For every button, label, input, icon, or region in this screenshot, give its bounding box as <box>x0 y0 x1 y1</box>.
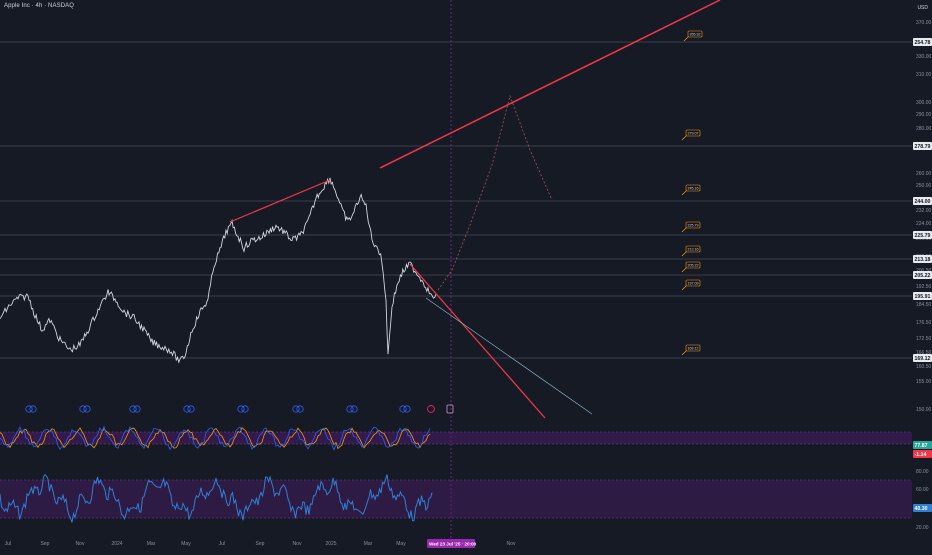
time-axis-label: Mar <box>364 541 373 547</box>
dividend-marker-icon[interactable] <box>446 404 454 414</box>
price-tick-label: 155.00 <box>916 379 932 385</box>
price-level-value: 225.79 <box>915 233 931 239</box>
time-axis-label: 2024 <box>111 541 122 547</box>
price-tick-label: 260.00 <box>916 171 932 177</box>
time-axis-label: May <box>396 541 406 547</box>
price-tick-label: 232.00 <box>916 208 932 214</box>
price-tick-label: 250.00 <box>916 183 932 189</box>
price-level-value: 278.79 <box>915 144 931 150</box>
annotation-label: 205.22 <box>688 264 699 268</box>
symbol-title[interactable]: Apple Inc · 4h · NASDAQ <box>4 3 74 9</box>
chart-canvas[interactable]: 355.92 279.07 245.16 225.79 213.16 205.22 197.… <box>0 0 932 550</box>
earnings-marker-icon[interactable] <box>187 405 195 413</box>
earnings-marker-icon[interactable] <box>241 405 249 413</box>
price-level-value: 195.91 <box>915 294 931 300</box>
price-tick-label: 224.00 <box>916 221 932 227</box>
price-tick-label: 160.50 <box>916 364 932 370</box>
time-axis-label: Jul <box>219 541 225 547</box>
price-tick-label: 290.00 <box>916 112 932 118</box>
price-tick-label: 172.50 <box>916 336 932 342</box>
earnings-marker-icon[interactable] <box>296 405 304 413</box>
price-level-value: 244.00 <box>915 199 931 205</box>
earnings-marker-icon[interactable] <box>29 405 37 413</box>
price-tick-label: 176.50 <box>916 320 932 326</box>
trendline-upper-long[interactable] <box>379 0 721 169</box>
rsi-band <box>0 480 912 518</box>
trendline-down[interactable] <box>409 263 546 419</box>
annotation-pointer <box>681 251 687 257</box>
oscillator-value: -1.14 <box>915 452 927 458</box>
price-tick-label: 280.00 <box>916 126 932 132</box>
price-tick-label: 310.00 <box>916 72 932 78</box>
time-axis-label: Nov <box>507 541 516 547</box>
annotation-pointer <box>681 267 687 273</box>
price-level-value: 169.12 <box>915 356 931 362</box>
annotation-pointer <box>681 285 687 291</box>
price-tick-label: 150.00 <box>916 407 932 413</box>
rsi-value: 40.30 <box>915 506 928 512</box>
annotation-label: 213.16 <box>688 248 699 252</box>
time-axis-label: Sep <box>256 541 265 547</box>
price-level-value: 254.78 <box>915 40 931 46</box>
annotation-pointer <box>681 135 687 141</box>
earnings-marker-icon[interactable] <box>133 405 141 413</box>
annotation-label: 169.12 <box>688 347 699 351</box>
price-line[interactable] <box>0 177 437 364</box>
price-level-value: 205.22 <box>915 273 931 279</box>
price-tick-label: 330.00 <box>916 54 932 60</box>
rsi-tick-label: 80.00 <box>916 469 929 475</box>
time-axis-label: Mar <box>147 541 156 547</box>
earnings-marker-icon[interactable] <box>83 405 91 413</box>
annotation-label: 355.92 <box>690 33 701 37</box>
annotation-label: 245.16 <box>688 187 699 191</box>
projection-path[interactable] <box>437 94 553 291</box>
currency-label: USD <box>917 5 928 11</box>
time-axis-label: Jul <box>5 541 11 547</box>
price-tick-label: 300.00 <box>916 100 932 106</box>
price-tick-label: 370.00 <box>916 20 932 26</box>
chart-area[interactable]: 355.92 279.07 245.16 225.79 213.16 205.22 197.… <box>0 0 932 550</box>
time-axis-label: Nov <box>293 541 302 547</box>
current-time-label: Wed 23 Jul '25 · 20:00 <box>429 542 477 547</box>
annotation-pointer <box>681 350 687 356</box>
time-axis-label: Nov <box>76 541 85 547</box>
annotation-pointer <box>681 190 687 196</box>
price-level-value: 213.18 <box>915 257 931 263</box>
annotation-label: 197.09 <box>688 282 699 286</box>
oscillator-value: 77.87 <box>915 443 928 449</box>
time-axis-label: May <box>181 541 191 547</box>
earnings-marker-icon[interactable] <box>350 405 358 413</box>
price-tick-label: 192.50 <box>916 284 932 290</box>
reload-marker-icon[interactable] <box>427 405 435 413</box>
annotation-label: 279.07 <box>688 132 699 136</box>
time-axis-label: Sep <box>41 541 50 547</box>
rsi-tick-label: 60.00 <box>916 487 929 493</box>
annotation-pointer <box>683 36 689 42</box>
time-axis-label: 2025 <box>325 541 336 547</box>
annotation-label: 225.79 <box>688 224 699 228</box>
earnings-marker-icon[interactable] <box>403 405 411 413</box>
price-tick-label: 184.50 <box>916 302 932 308</box>
rsi-tick-label: 20.00 <box>916 525 929 531</box>
annotation-pointer <box>681 227 687 233</box>
